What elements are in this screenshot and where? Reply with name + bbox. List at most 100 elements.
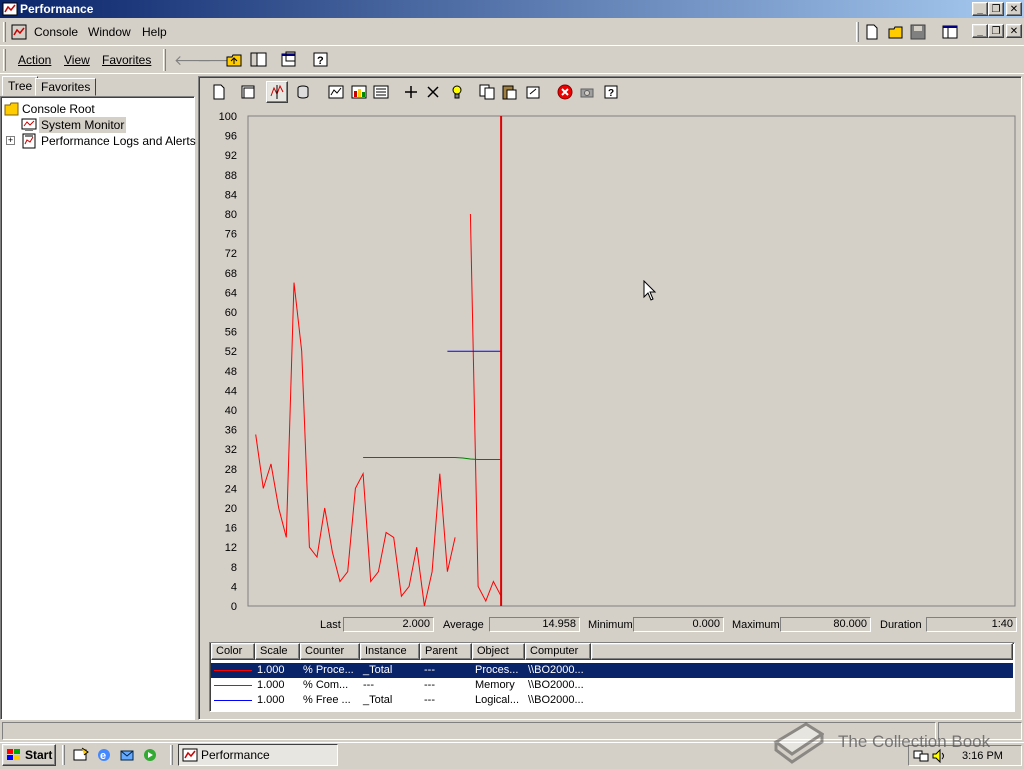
- add-counter-icon[interactable]: [400, 81, 422, 103]
- up-level-icon[interactable]: [226, 51, 244, 72]
- child-restore-button[interactable]: ❐: [988, 24, 1004, 38]
- help-icon[interactable]: ?: [312, 51, 330, 72]
- row-computer: \\BO2000...: [528, 694, 584, 706]
- menu-grip: [3, 22, 6, 42]
- y-tick-label: 20: [225, 503, 237, 515]
- task-performance-button[interactable]: Performance: [178, 744, 338, 766]
- monitor-help-icon[interactable]: ?: [600, 81, 622, 103]
- y-tick-label: 4: [231, 581, 237, 593]
- y-tick-label: 56: [225, 327, 237, 339]
- show-desktop-icon[interactable]: [73, 747, 89, 766]
- new-file-icon[interactable]: [864, 24, 880, 43]
- tab-favorites[interactable]: Favorites: [35, 78, 97, 96]
- action-grip: [3, 49, 6, 71]
- close-button[interactable]: ✕: [1006, 2, 1022, 16]
- y-tick-label: 0: [231, 601, 237, 613]
- y-tick-label: 88: [225, 170, 237, 182]
- row-object: Memory: [475, 679, 515, 691]
- media-player-icon[interactable]: [142, 747, 158, 766]
- view-report-icon[interactable]: [370, 81, 392, 103]
- delete-counter-icon[interactable]: [422, 81, 444, 103]
- menu-action[interactable]: Action: [18, 52, 51, 68]
- header-scale[interactable]: Scale: [255, 643, 300, 660]
- clear-display-icon[interactable]: [237, 81, 259, 103]
- row-counter: % Proce...: [303, 664, 354, 676]
- duration-value: 1:40: [926, 617, 1017, 632]
- freeze-display-icon[interactable]: [554, 81, 576, 103]
- y-tick-label: 92: [225, 150, 237, 162]
- view-log-data-icon[interactable]: [292, 81, 314, 103]
- save-icon[interactable]: [910, 24, 926, 43]
- update-data-icon[interactable]: [576, 81, 598, 103]
- performance-app-icon: [2, 1, 18, 20]
- tree-item-console-root[interactable]: Console Root: [22, 101, 95, 117]
- menu-favorites[interactable]: Favorites: [102, 52, 151, 68]
- row-scale: 1.000: [257, 679, 285, 691]
- tab-tree[interactable]: Tree: [2, 76, 39, 96]
- maximum-value: 80.000: [780, 617, 871, 632]
- highlight-lightbulb-icon[interactable]: [446, 81, 468, 103]
- header-color[interactable]: Color: [211, 643, 255, 660]
- watermark-text: The Collection Book: [838, 732, 991, 751]
- open-folder-icon[interactable]: [888, 24, 904, 43]
- paste-counter-list-icon[interactable]: [498, 81, 520, 103]
- internet-explorer-icon[interactable]: e: [96, 747, 112, 766]
- row-counter: % Com...: [303, 679, 349, 691]
- menu-help[interactable]: Help: [142, 24, 167, 40]
- average-label: Average: [443, 619, 484, 631]
- y-tick-label: 24: [225, 483, 237, 495]
- performance-graph[interactable]: 0481216202428323640444852566064687276808…: [206, 108, 1020, 616]
- windows-logo-icon: [7, 749, 20, 760]
- folder-icon: [4, 101, 20, 120]
- last-label: Last: [320, 619, 341, 631]
- copy-properties-icon[interactable]: [476, 81, 498, 103]
- toolbar-separator: [0, 73, 1024, 74]
- header-instance[interactable]: Instance: [360, 643, 420, 660]
- title-bar[interactable]: Performance _ ❐ ✕: [0, 0, 1024, 18]
- y-tick-label: 84: [225, 189, 237, 201]
- restore-button[interactable]: ❐: [988, 2, 1004, 16]
- mmc-icon[interactable]: [11, 24, 27, 43]
- minimum-value: 0.000: [633, 617, 724, 632]
- menu-console[interactable]: Console: [34, 24, 78, 40]
- monitor-properties-icon[interactable]: [522, 81, 544, 103]
- row-parent: ---: [424, 694, 435, 706]
- y-tick-label: 44: [225, 385, 237, 397]
- header-counter[interactable]: Counter: [300, 643, 360, 660]
- minimize-button[interactable]: _: [972, 2, 988, 16]
- header-object[interactable]: Object: [472, 643, 525, 660]
- child-minimize-button[interactable]: _: [972, 24, 988, 38]
- tree-item-performance-logs[interactable]: Performance Logs and Alerts: [41, 133, 196, 149]
- view-current-activity-icon[interactable]: [266, 81, 288, 103]
- header-computer[interactable]: Computer: [525, 643, 591, 660]
- maximum-label: Maximum: [732, 619, 780, 631]
- view-histogram-icon[interactable]: [348, 81, 370, 103]
- expand-plus-icon[interactable]: +: [6, 136, 15, 145]
- view-graph-icon[interactable]: [325, 81, 347, 103]
- child-close-button[interactable]: ✕: [1006, 24, 1022, 38]
- watermark-book-icon: [772, 720, 825, 769]
- menu-view[interactable]: View: [64, 52, 90, 68]
- row-counter: % Free ...: [303, 694, 351, 706]
- show-hide-tree-icon[interactable]: [942, 24, 958, 43]
- menu-window[interactable]: Window: [88, 24, 131, 40]
- show-tree-icon[interactable]: [250, 51, 268, 72]
- new-counter-set-icon[interactable]: [208, 81, 230, 103]
- row-color-swatch: [214, 685, 252, 686]
- svg-text:?: ?: [608, 88, 614, 99]
- table-row[interactable]: 1.000 % Proce... _Total --- Proces... \\…: [211, 663, 1013, 678]
- nav-grip: [163, 49, 166, 71]
- tree-item-system-monitor[interactable]: System Monitor: [39, 117, 127, 133]
- outlook-express-icon[interactable]: [119, 747, 135, 766]
- start-button[interactable]: Start: [2, 744, 56, 766]
- y-tick-label: 52: [225, 346, 237, 358]
- menu-separator: [0, 45, 1024, 46]
- table-row[interactable]: 1.000 % Com... --- --- Memory \\BO2000..…: [211, 678, 1013, 693]
- y-tick-label: 68: [225, 268, 237, 280]
- properties-icon[interactable]: [280, 51, 298, 72]
- header-parent[interactable]: Parent: [420, 643, 472, 660]
- table-row[interactable]: 1.000 % Free ... _Total --- Logical... \…: [211, 693, 1013, 708]
- y-tick-label: 40: [225, 405, 237, 417]
- row-parent: ---: [424, 679, 435, 691]
- y-tick-label: 48: [225, 366, 237, 378]
